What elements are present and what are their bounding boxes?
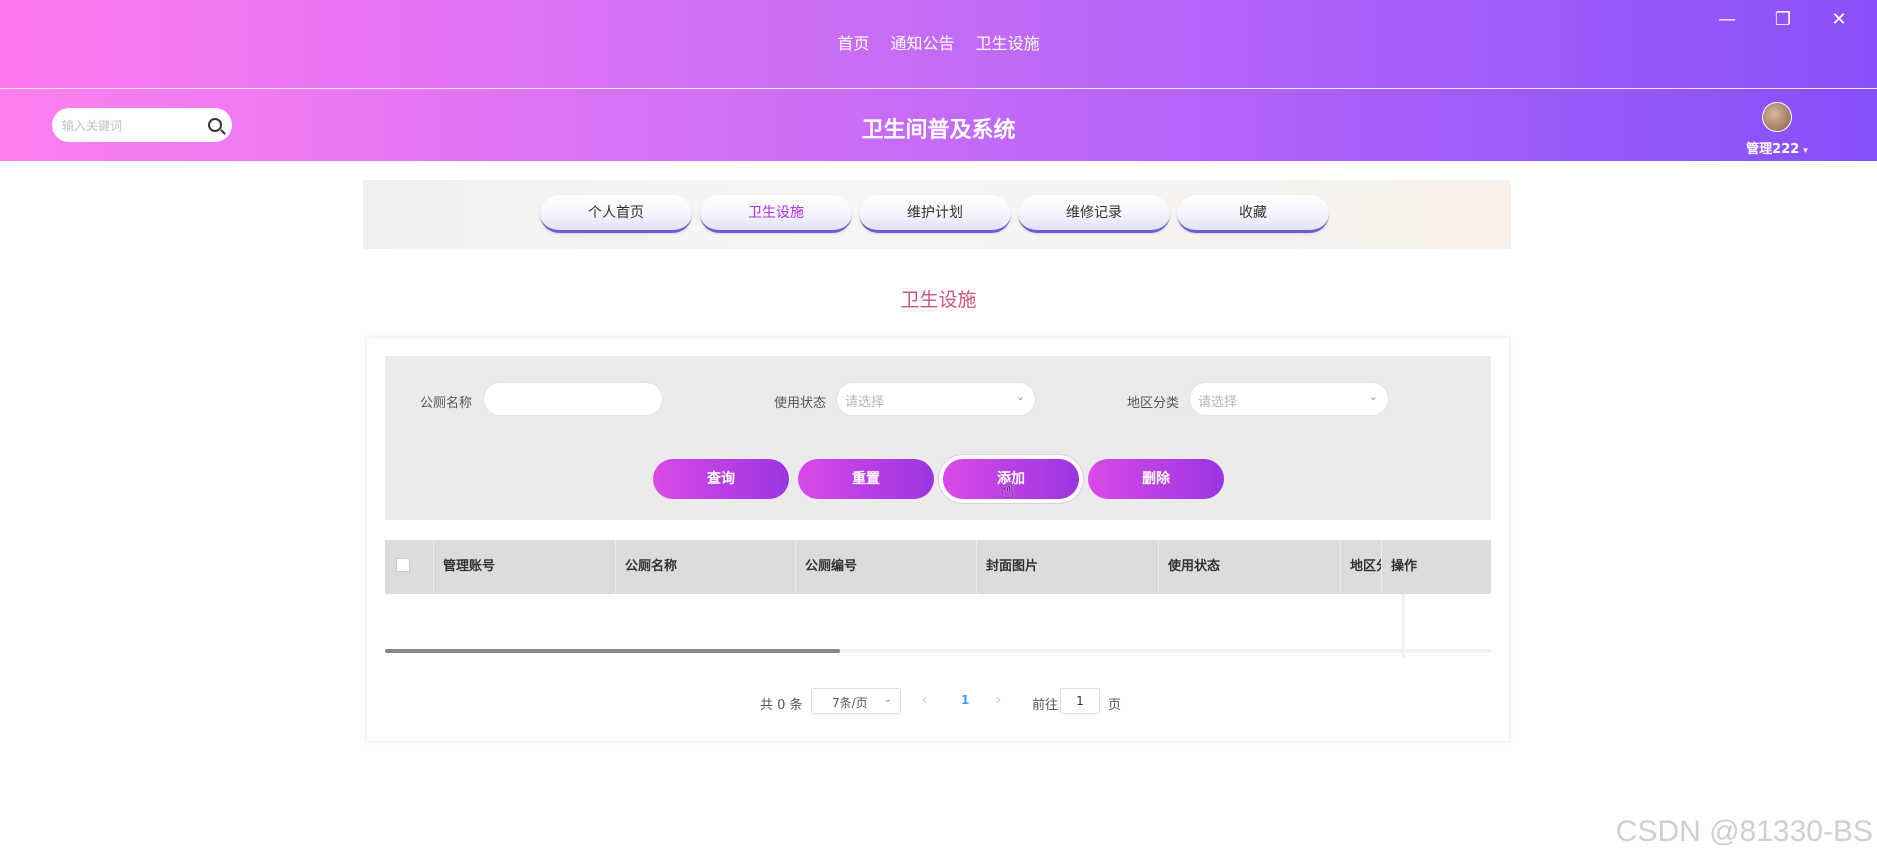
page-size-value: 7条/页 bbox=[832, 696, 868, 710]
tab-facilities[interactable]: 卫生设施 bbox=[700, 195, 852, 233]
column-header[interactable]: 公厕编号 bbox=[795, 540, 976, 594]
site-title: 卫生间普及系统 bbox=[861, 118, 1016, 143]
select-all-checkbox[interactable] bbox=[396, 558, 410, 572]
goto-page-input[interactable]: 1 bbox=[1060, 688, 1100, 714]
nav-notices[interactable]: 通知公告 bbox=[890, 30, 954, 54]
main-panel: 公厕名称 使用状态 请选择 ⌄ 地区分类 请选择 ⌄ 查询 重置 添加 删除 管… bbox=[367, 338, 1509, 741]
total-count: 共 0 条 bbox=[760, 698, 803, 713]
user-name: 管理222 bbox=[1746, 142, 1800, 157]
column-header[interactable]: 使用状态 bbox=[1158, 540, 1340, 594]
column-header[interactable]: 管理账号 bbox=[433, 540, 615, 594]
nav-home[interactable]: 首页 bbox=[837, 30, 869, 54]
window-controls: — ❐ ✕ bbox=[1699, 8, 1867, 32]
section-title: 卫生设施 bbox=[900, 289, 977, 311]
status-filter-select[interactable]: 请选择 ⌄ bbox=[836, 382, 1036, 416]
tab-banner: 个人首页 卫生设施 维护计划 维修记录 收藏 bbox=[363, 180, 1511, 249]
horizontal-scrollbar[interactable] bbox=[385, 649, 1491, 653]
chevron-down-icon: ⌄ bbox=[1015, 390, 1025, 403]
reset-button[interactable]: 重置 bbox=[798, 459, 934, 499]
caret-down-icon[interactable]: ▾ bbox=[1803, 146, 1808, 156]
region-filter-select[interactable]: 请选择 ⌄ bbox=[1189, 382, 1389, 416]
hand-cursor-icon: ☝ bbox=[1001, 479, 1015, 504]
filter-area: 公厕名称 使用状态 请选择 ⌄ 地区分类 请选择 ⌄ 查询 重置 添加 删除 bbox=[385, 356, 1491, 520]
restore-icon[interactable]: ❐ bbox=[1755, 8, 1811, 32]
next-page-icon[interactable]: › bbox=[996, 693, 1001, 708]
region-placeholder: 请选择 bbox=[1198, 395, 1238, 410]
tab-repair-records[interactable]: 维修记录 bbox=[1018, 195, 1170, 233]
tab-favorites[interactable]: 收藏 bbox=[1177, 195, 1329, 233]
name-filter-label: 公厕名称 bbox=[420, 396, 473, 411]
pagination: 共 0 条 7条/页 ⌄ ‹ 1 › 前往 1 页 bbox=[367, 688, 1509, 718]
page-unit-label: 页 bbox=[1108, 698, 1122, 713]
user-menu[interactable]: 管理222 ▾ bbox=[1732, 102, 1822, 157]
status-placeholder: 请选择 bbox=[845, 395, 885, 410]
nav-facilities[interactable]: 卫生设施 bbox=[976, 30, 1040, 54]
minimize-icon[interactable]: — bbox=[1699, 8, 1755, 32]
status-filter-label: 使用状态 bbox=[774, 396, 827, 411]
chevron-down-icon: ⌄ bbox=[1368, 390, 1378, 403]
avatar[interactable] bbox=[1762, 102, 1792, 132]
tab-profile[interactable]: 个人首页 bbox=[540, 195, 692, 233]
top-nav-bar: 首页 通知公告 卫生设施 — ❐ ✕ bbox=[0, 0, 1877, 89]
page-number[interactable]: 1 bbox=[961, 693, 969, 707]
prev-page-icon[interactable]: ‹ bbox=[922, 693, 927, 708]
site-header: 输入关键词 卫生间普及系统 管理222 ▾ bbox=[0, 89, 1877, 161]
close-icon[interactable]: ✕ bbox=[1811, 8, 1867, 32]
table-header: 管理账号 公厕名称 公厕编号 封面图片 使用状态 地区分 操作 bbox=[385, 540, 1491, 594]
goto-label: 前往 bbox=[1032, 698, 1059, 713]
column-header[interactable]: 地区分 bbox=[1340, 540, 1385, 594]
delete-button[interactable]: 删除 bbox=[1088, 459, 1224, 499]
column-header-actions: 操作 bbox=[1381, 540, 1491, 594]
top-nav: 首页 通知公告 卫生设施 bbox=[0, 30, 1877, 54]
name-filter-input[interactable] bbox=[483, 382, 663, 416]
region-filter-label: 地区分类 bbox=[1127, 396, 1180, 411]
query-button[interactable]: 查询 bbox=[653, 459, 789, 499]
chevron-down-icon: ⌄ bbox=[883, 694, 892, 705]
column-header[interactable]: 公厕名称 bbox=[615, 540, 795, 594]
column-header[interactable]: 封面图片 bbox=[976, 540, 1158, 594]
scrollbar-thumb[interactable] bbox=[385, 649, 840, 653]
tab-maintenance-plan[interactable]: 维护计划 bbox=[859, 195, 1011, 233]
watermark: CSDN @81330-BS bbox=[1615, 815, 1873, 848]
page-size-select[interactable]: 7条/页 ⌄ bbox=[811, 688, 901, 714]
